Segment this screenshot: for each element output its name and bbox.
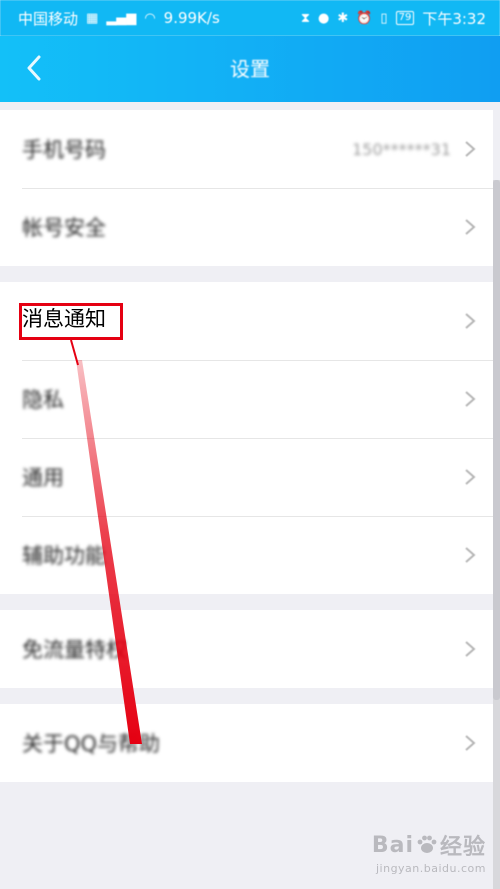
baidu-jingyan-watermark: Bai 经验 jingyan.baidu.com: [371, 829, 486, 876]
paw-icon: [417, 835, 437, 853]
annotation-arrow: [70, 339, 142, 744]
arrow-shaft: [76, 360, 142, 744]
watermark-brand-left: Bai: [371, 832, 414, 858]
watermark-brand-right: 经验: [439, 835, 486, 860]
watermark-url: jingyan.baidu.com: [375, 862, 486, 875]
